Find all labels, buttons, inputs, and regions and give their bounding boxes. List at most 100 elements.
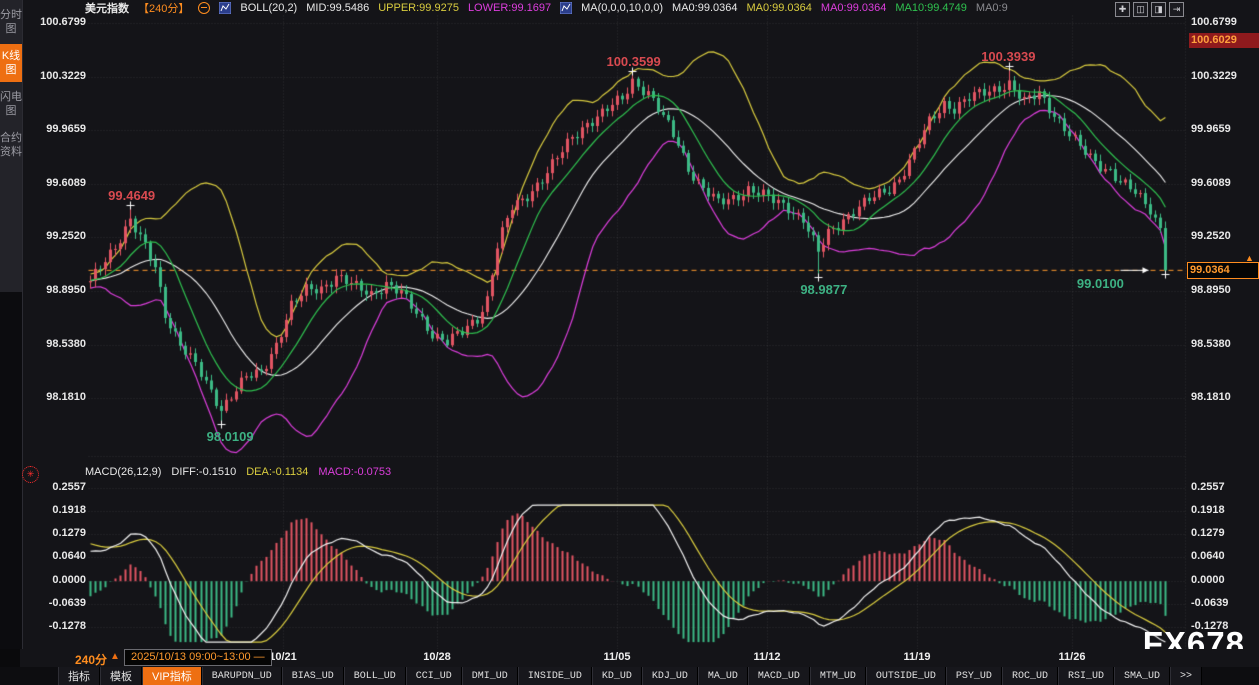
go-latest-icon[interactable]: ⇥	[1169, 2, 1184, 17]
axis-tick-label: 0.0640	[1191, 550, 1257, 562]
macd-hist-value: MACD:-0.0753	[318, 466, 391, 480]
axis-tick-label: 98.8950	[24, 284, 86, 296]
macd-legend: MACD(26,12,9) DIFF:-0.1510 DEA:-0.1134 M…	[85, 466, 391, 480]
axis-tick-label: 99.9659	[24, 123, 86, 135]
axis-tick-label: 100.6799	[1191, 16, 1257, 28]
ma0-yellow-value: MA0:99.0364	[746, 2, 811, 14]
axis-tick-label: 100.6799	[24, 16, 86, 28]
chart-app: 分时图 K线图闪电图合约资料 美元指数 【240分】 BOLL(20,2) MID…	[0, 0, 1259, 685]
symbol-title: 美元指数	[85, 0, 129, 16]
axis-tick-label: 0.2557	[24, 481, 86, 493]
indicator-tab[interactable]: SMA_UD	[1114, 667, 1170, 685]
move-icon[interactable]: ✚	[1115, 2, 1130, 17]
x-axis-date: 11/12	[737, 651, 797, 663]
axis-tick-label: -0.0639	[1191, 597, 1257, 609]
indicator-tab[interactable]: >>	[1170, 667, 1202, 685]
indicator-tab[interactable]: KD_UD	[592, 667, 642, 685]
axis-tick-label: 99.2520	[24, 230, 86, 242]
axis-tick-label: 0.1279	[24, 527, 86, 539]
indicator-tab[interactable]: INSIDE_UD	[518, 667, 592, 685]
axis-tick-label: 98.8950	[1191, 284, 1257, 296]
period-badge[interactable]: 【240分】	[138, 0, 189, 16]
axis-tick-label: -0.1278	[24, 620, 86, 632]
scroll-latest-icon[interactable]: ▲	[1245, 253, 1254, 263]
macd-settings-icon[interactable]: ✳	[22, 466, 39, 483]
axis-tick-label: 98.5380	[1191, 338, 1257, 350]
axis-tick-label: 0.0000	[24, 574, 86, 586]
indicator-chart-icon	[560, 2, 572, 14]
sidebar-item[interactable]: 闪电图	[0, 85, 22, 123]
axis-tick-label: 0.2557	[1191, 481, 1257, 493]
indicator-tab[interactable]: BARUPDN_UD	[202, 667, 282, 685]
boll-upper-value: UPPER:99.9275	[378, 2, 459, 14]
indicator-tab[interactable]: RSI_UD	[1058, 667, 1114, 685]
axis-tick-label: 100.3229	[24, 70, 86, 82]
sidebar-item[interactable]: 分时图	[0, 3, 22, 41]
price-annotation: 99.0100	[1077, 276, 1124, 291]
price-annotation: 100.3599	[606, 54, 660, 69]
indicator-tab[interactable]: KDJ_UD	[642, 667, 698, 685]
main-legend: 美元指数 【240分】 BOLL(20,2) MID:99.5486 UPPER…	[85, 0, 1008, 15]
indicator-tab[interactable]: PSY_UD	[946, 667, 1002, 685]
axis-tick-label: 99.9659	[1191, 123, 1257, 135]
indicator-tab[interactable]: BOLL_UD	[344, 667, 406, 685]
boll-mid-value: MID:99.5486	[306, 2, 369, 14]
chart-toolbar: ✚◫◨⇥	[1115, 2, 1184, 17]
x-axis-date: 11/05	[587, 651, 647, 663]
boll-lower-value: LOWER:99.1697	[468, 2, 551, 14]
indicator-chart-icon	[219, 2, 231, 14]
ma0-white-value: MA0:99.0364	[672, 2, 737, 14]
axis-tick-label: 98.1810	[24, 391, 86, 403]
indicator-tab[interactable]: 模板	[100, 667, 142, 685]
x-axis-date: 10/28	[407, 651, 467, 663]
macd-title: MACD(26,12,9)	[85, 466, 161, 480]
axis-tick-label: 99.2520	[1191, 230, 1257, 242]
indicator-tab[interactable]: DMI_UD	[462, 667, 518, 685]
indicator-tabbar: 指标模板VIP指标BARUPDN_UDBIAS_UDBOLL_UDCCI_UDD…	[0, 667, 1259, 685]
axis-tick-label: 0.1279	[1191, 527, 1257, 539]
period-selector[interactable]: 240分	[75, 651, 107, 668]
axis-tick-label: -0.0639	[24, 597, 86, 609]
indicator-tab[interactable]: MA_UD	[698, 667, 748, 685]
indicator-tab[interactable]: MACD_UD	[748, 667, 810, 685]
axis-tick-label: 0.1918	[1191, 504, 1257, 516]
indicator-tab[interactable]: CCI_UD	[406, 667, 462, 685]
axis-tick-label: 98.1810	[1191, 391, 1257, 403]
indicator-tab[interactable]: BIAS_UD	[282, 667, 344, 685]
axis-tick-label: 0.0000	[1191, 574, 1257, 586]
macd-diff-value: DIFF:-0.1510	[171, 466, 236, 480]
macd-dea-value: DEA:-0.1134	[246, 466, 308, 480]
chart-canvas[interactable]	[22, 15, 1259, 650]
price-annotation: 100.3939	[981, 49, 1035, 64]
ma-title: MA(0,0,0,10,0,0)	[581, 2, 663, 14]
indicator-tab[interactable]: MTM_UD	[810, 667, 866, 685]
axis-tick-label: 99.6089	[1191, 177, 1257, 189]
sidebar-item[interactable]: 合约资料	[0, 126, 22, 164]
sidebar-item[interactable]: K线图	[0, 44, 22, 82]
ma0-gray-value: MA0:9	[976, 2, 1008, 14]
price-annotation: 98.0109	[207, 429, 254, 444]
axis-tick-label: 99.6089	[24, 177, 86, 189]
scale-left-icon[interactable]: ◫	[1133, 2, 1148, 17]
price-annotation: 99.4649	[108, 188, 155, 203]
x-axis-date: 11/19	[887, 651, 947, 663]
scale-right-icon[interactable]: ◨	[1151, 2, 1166, 17]
axis-tick-label: 100.3229	[1191, 70, 1257, 82]
last-price-box: 99.0364	[1187, 262, 1259, 279]
indicator-tab[interactable]: 指标	[58, 667, 100, 685]
sidebar-lower-panel	[0, 292, 22, 649]
boll-title: BOLL(20,2)	[240, 2, 297, 14]
ma0-magenta-value: MA0:99.0364	[821, 2, 886, 14]
ma10-value: MA10:99.4749	[895, 2, 967, 14]
indicator-tab[interactable]: VIP指标	[142, 667, 202, 685]
indicator-tab[interactable]: OUTSIDE_UD	[866, 667, 946, 685]
price-annotation: 98.9877	[800, 282, 847, 297]
axis-tick-label: 0.1918	[24, 504, 86, 516]
indicator-tab[interactable]: ROC_UD	[1002, 667, 1058, 685]
period-arrow-icon[interactable]: ▲	[110, 651, 120, 662]
minus-circle-icon[interactable]	[198, 2, 210, 14]
x-axis-date: 11/26	[1042, 651, 1102, 663]
alert-price-box: 100.6029	[1189, 33, 1259, 48]
axis-tick-label: 98.5380	[24, 338, 86, 350]
date-range-box: 2025/10/13 09:00~13:00 —	[124, 649, 272, 666]
